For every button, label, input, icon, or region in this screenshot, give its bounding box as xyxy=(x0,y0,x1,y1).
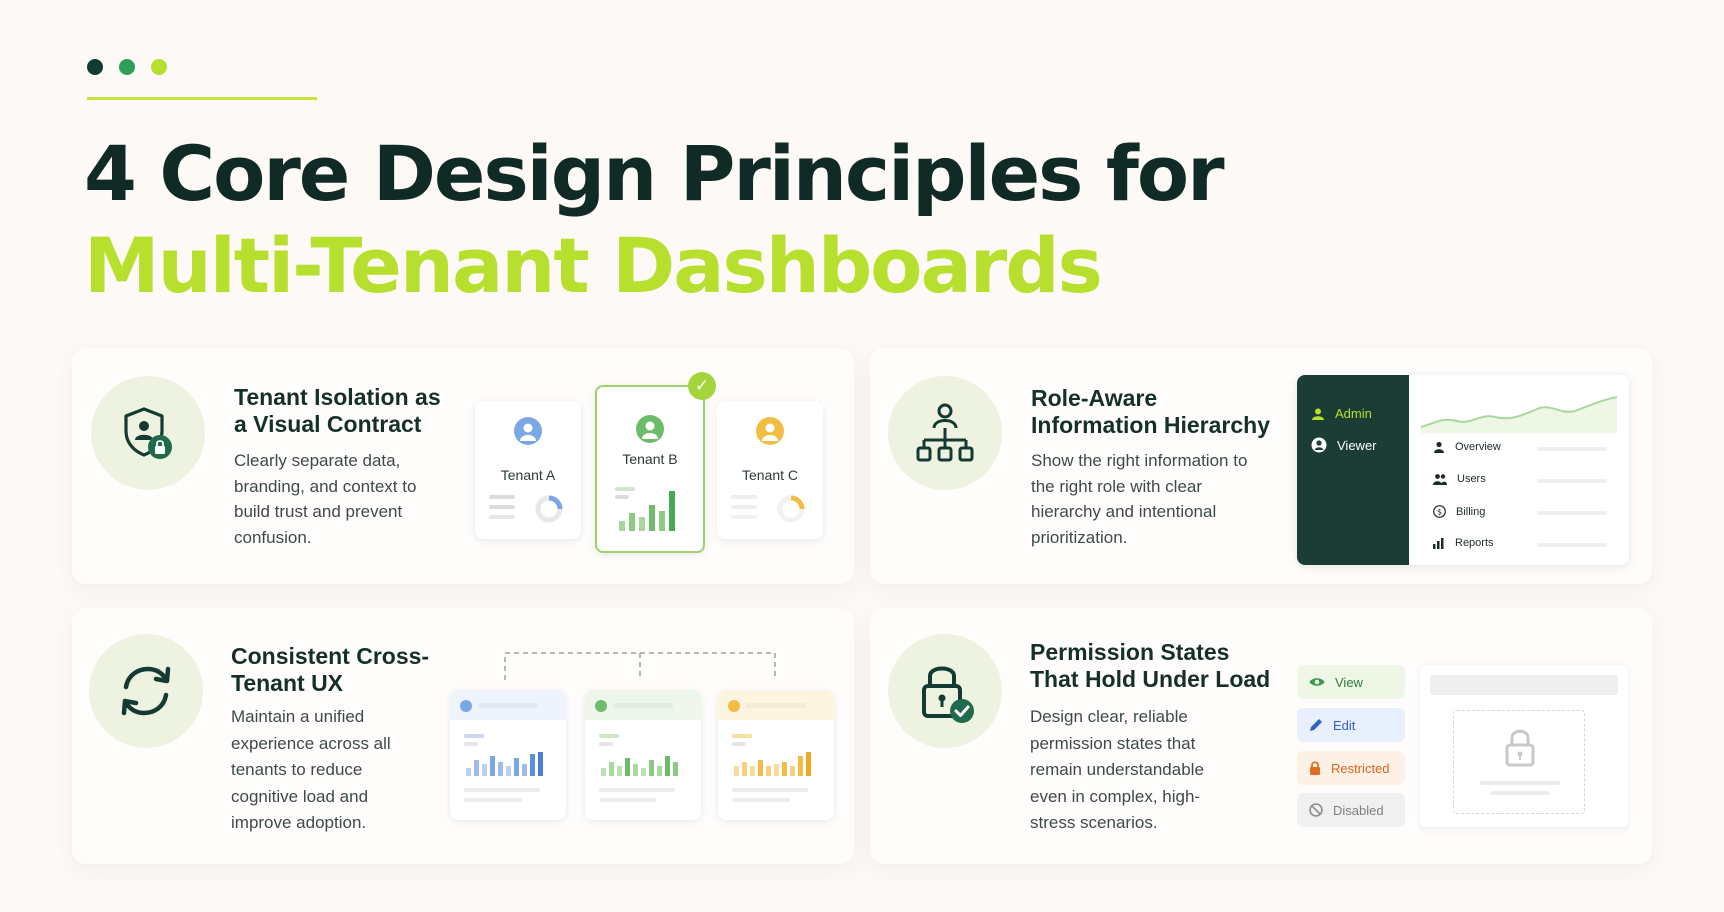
lock-icon xyxy=(1505,729,1535,767)
permission-label: Disabled xyxy=(1333,802,1384,818)
tenant-card-a[interactable]: Tenant A xyxy=(475,401,581,539)
user-icon xyxy=(1312,408,1324,420)
dot-green xyxy=(119,59,135,75)
card-title: Role-Aware Information Hierarchy xyxy=(1031,385,1270,438)
tenant-dashboard-blue[interactable] xyxy=(450,690,566,820)
permission-label: Restricted xyxy=(1331,760,1390,776)
menu-item-users[interactable]: Users xyxy=(1433,473,1486,485)
check-icon: ✓ xyxy=(688,372,716,400)
title-line-1: 4 Core Design Principles for xyxy=(84,129,1225,218)
user-avatar-icon xyxy=(756,417,784,445)
card-title: Tenant Isolation as a Visual Contract xyxy=(234,384,441,437)
permission-disabled-button: Disabled xyxy=(1297,793,1405,827)
mini-dashboard-content xyxy=(728,700,811,802)
permission-label: Edit xyxy=(1333,717,1356,733)
bar-chart-icon xyxy=(1433,538,1444,549)
permission-view-button[interactable]: View xyxy=(1297,665,1405,699)
locked-panel-preview xyxy=(1420,665,1628,827)
tenant-name: Tenant C xyxy=(741,467,799,483)
user-avatar-icon xyxy=(636,415,664,443)
connector-lines xyxy=(504,652,776,680)
menu-item-billing[interactable]: $ Billing xyxy=(1433,505,1485,518)
icon-circle xyxy=(89,634,203,748)
menu-label: Overview xyxy=(1455,441,1501,453)
dot-lime xyxy=(151,59,167,75)
window-dots xyxy=(87,59,167,75)
permission-label: View xyxy=(1335,674,1363,690)
tenant-mini-widget xyxy=(731,495,805,523)
hierarchy-icon xyxy=(916,403,974,462)
eye-icon xyxy=(1309,678,1325,686)
icon-circle xyxy=(888,376,1002,490)
role-label: Viewer xyxy=(1337,437,1377,453)
card-title: Permission States That Hold Under Load xyxy=(1030,639,1271,692)
locked-panel-placeholder xyxy=(1453,710,1585,814)
menu-label: Billing xyxy=(1456,505,1486,518)
tenant-card-b[interactable]: Tenant B xyxy=(595,385,705,553)
menu-item-overview[interactable]: Overview xyxy=(1433,441,1501,453)
user-circle-icon xyxy=(1311,437,1327,453)
card-body: Clearly separate data, branding, and con… xyxy=(234,451,417,547)
mini-dashboard-content xyxy=(460,700,543,802)
bar-chart-icon xyxy=(615,487,675,531)
icon-circle xyxy=(888,634,1002,748)
role-item-admin[interactable]: Admin xyxy=(1311,406,1372,421)
menu-label: Users xyxy=(1457,473,1486,485)
card-body: Show the right information to the right … xyxy=(1031,451,1248,547)
role-sidebar: Admin Viewer xyxy=(1297,375,1409,565)
placeholder-line xyxy=(1537,543,1607,547)
placeholder-line xyxy=(1490,791,1550,795)
role-label: Admin xyxy=(1335,406,1372,421)
placeholder-line xyxy=(1537,511,1607,515)
card-title: Consistent Cross-Tenant UX xyxy=(231,643,430,696)
placeholder-line xyxy=(1480,781,1560,785)
card-body: Maintain a unified experience across all… xyxy=(231,707,391,832)
blocked-icon xyxy=(1309,803,1323,817)
permission-edit-button[interactable]: Edit xyxy=(1297,708,1405,742)
placeholder-line xyxy=(1537,479,1607,483)
svg-text:$: $ xyxy=(1437,508,1442,517)
users-icon xyxy=(1433,474,1447,485)
lock-check-icon xyxy=(922,666,974,723)
tenant-dashboard-green[interactable] xyxy=(585,690,701,820)
sparkline-chart xyxy=(1421,396,1617,433)
icon-circle xyxy=(91,376,205,490)
permission-restricted-button[interactable]: Restricted xyxy=(1297,751,1405,785)
menu-item-reports[interactable]: Reports xyxy=(1433,537,1494,549)
sync-icon xyxy=(121,666,171,716)
user-avatar-icon xyxy=(514,417,542,445)
user-icon xyxy=(1434,441,1444,453)
pencil-icon xyxy=(1310,719,1322,731)
header-rule xyxy=(87,97,317,100)
lock-icon xyxy=(1310,761,1320,775)
locked-panel-header xyxy=(1430,675,1618,695)
tenant-name: Tenant A xyxy=(500,467,556,483)
dot-dark xyxy=(87,59,103,75)
menu-label: Reports xyxy=(1455,537,1494,549)
dollar-icon: $ xyxy=(1433,505,1446,518)
tenant-mini-widget xyxy=(489,495,563,523)
page-title: 4 Core Design Principles for Multi-Tenan… xyxy=(84,128,1225,312)
tenant-card-c[interactable]: Tenant C xyxy=(717,401,823,539)
title-line-2: Multi-Tenant Dashboards xyxy=(84,221,1103,310)
shield-lock-icon xyxy=(124,407,172,459)
tenant-name: Tenant B xyxy=(622,451,678,467)
role-item-viewer[interactable]: Viewer xyxy=(1311,437,1377,453)
placeholder-line xyxy=(1537,447,1607,451)
mini-dashboard-content xyxy=(595,700,678,802)
tenant-dashboard-yellow[interactable] xyxy=(718,690,834,820)
role-panel: Admin Viewer Overview Users $ Billing Re… xyxy=(1297,375,1629,565)
card-body: Design clear, reliable permission states… xyxy=(1030,707,1204,832)
